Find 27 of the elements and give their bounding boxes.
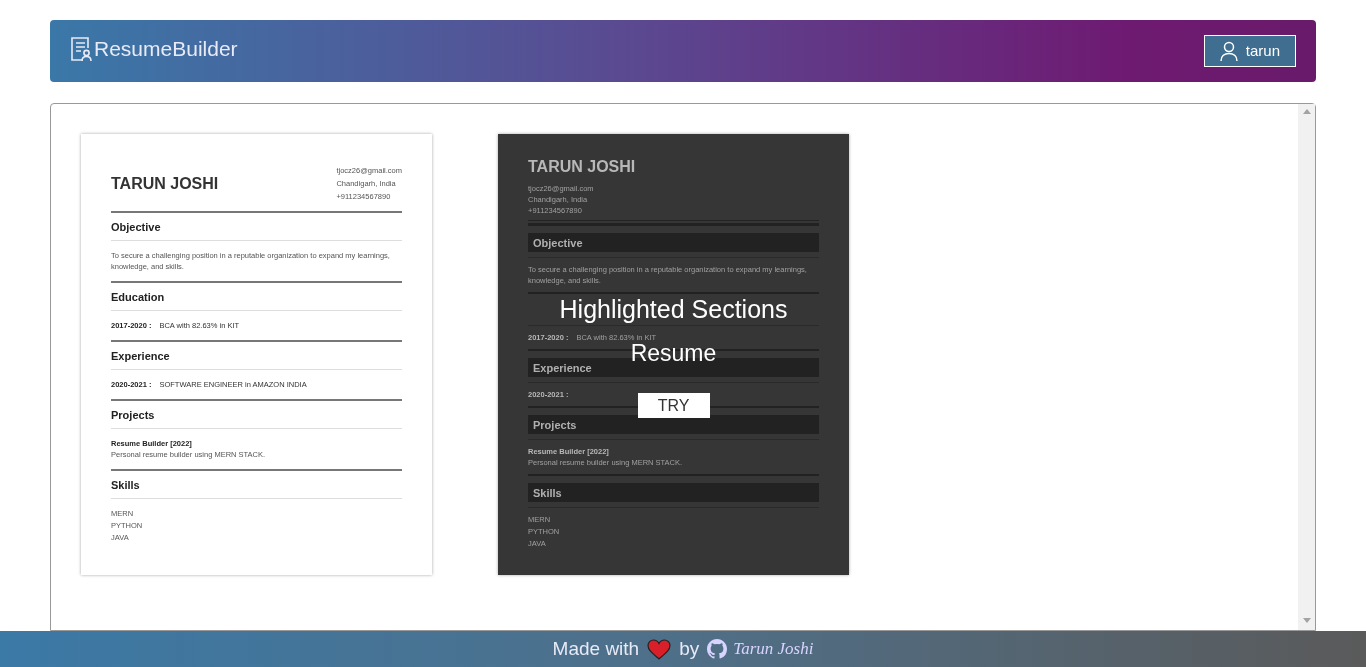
footer-text: Made with [552,636,640,661]
github-icon [707,639,728,659]
template-title: Highlighted Sections [559,296,788,322]
section-heading: Experience [111,348,170,363]
resume-name: TARUN JOSHI [528,157,637,177]
section-heading: Projects [111,407,155,422]
scroll-up-icon[interactable] [1302,108,1311,114]
scrollbar[interactable] [1298,104,1315,630]
resume-template-card[interactable] [498,134,849,575]
user-icon [1219,41,1238,61]
resume-name: TARUN JOSHI [111,173,219,194]
scroll-down-icon[interactable] [1302,618,1311,624]
section-heading: Skills [533,485,562,500]
user-button[interactable]: tarun [1203,35,1296,67]
section-heading: Education [111,289,165,304]
try-button[interactable]: TRY [637,393,710,418]
section-heading: Objective [533,235,583,250]
app-title[interactable]: ResumeBuilder [94,33,238,65]
heart-icon [647,638,672,660]
section-heading: Objective [111,219,161,234]
section-heading: Experience [533,360,592,375]
section-heading: Projects [533,417,577,432]
author-link[interactable]: Tarun Joshi [733,636,814,662]
section-heading: Skills [111,477,140,492]
resume-icon [70,35,92,62]
footer-text: by [679,636,700,661]
template-subtitle: Resume [630,342,717,364]
